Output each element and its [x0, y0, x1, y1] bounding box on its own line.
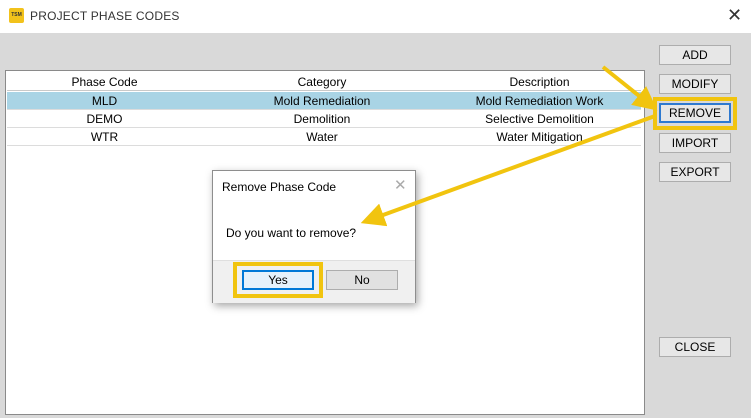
app-logo-icon: TSM	[9, 8, 24, 23]
cell-category: Water	[306, 129, 338, 144]
close-icon[interactable]: ✕	[727, 5, 742, 26]
cell-description: Selective Demolition	[485, 111, 594, 126]
yes-button[interactable]: Yes	[242, 270, 314, 290]
header-description[interactable]: Description	[442, 75, 637, 89]
title-bar: TSM PROJECT PHASE CODES ✕	[0, 0, 751, 33]
import-button[interactable]: IMPORT	[659, 133, 731, 153]
cell-description: Mold Remediation Work	[475, 93, 604, 108]
table-row[interactable]: DEMO Demolition Selective Demolition	[7, 110, 641, 128]
add-button[interactable]: ADD	[659, 45, 731, 65]
cell-description: Water Mitigation	[496, 129, 583, 144]
dialog-close-icon[interactable]: ✕	[394, 176, 407, 194]
no-button[interactable]: No	[326, 270, 398, 290]
dialog-message: Do you want to remove?	[226, 226, 357, 240]
cell-category: Demolition	[293, 111, 351, 126]
remove-button[interactable]: REMOVE	[659, 103, 731, 123]
cell-phase-code: WTR	[90, 129, 119, 144]
dialog-title: Remove Phase Code	[222, 180, 337, 194]
cell-category: Mold Remediation	[273, 93, 371, 108]
close-button[interactable]: CLOSE	[659, 337, 731, 357]
header-phase-code[interactable]: Phase Code	[7, 75, 202, 89]
modify-button[interactable]: MODIFY	[659, 74, 731, 94]
cell-phase-code: MLD	[91, 93, 118, 108]
table-header: Phase Code Category Description	[7, 73, 641, 91]
window-title: PROJECT PHASE CODES	[30, 9, 180, 23]
header-category[interactable]: Category	[202, 75, 442, 89]
export-button[interactable]: EXPORT	[659, 162, 731, 182]
cell-phase-code: DEMO	[86, 111, 123, 126]
table-row[interactable]: WTR Water Water Mitigation	[7, 128, 641, 146]
table-row[interactable]: MLD Mold Remediation Mold Remediation Wo…	[7, 92, 641, 110]
